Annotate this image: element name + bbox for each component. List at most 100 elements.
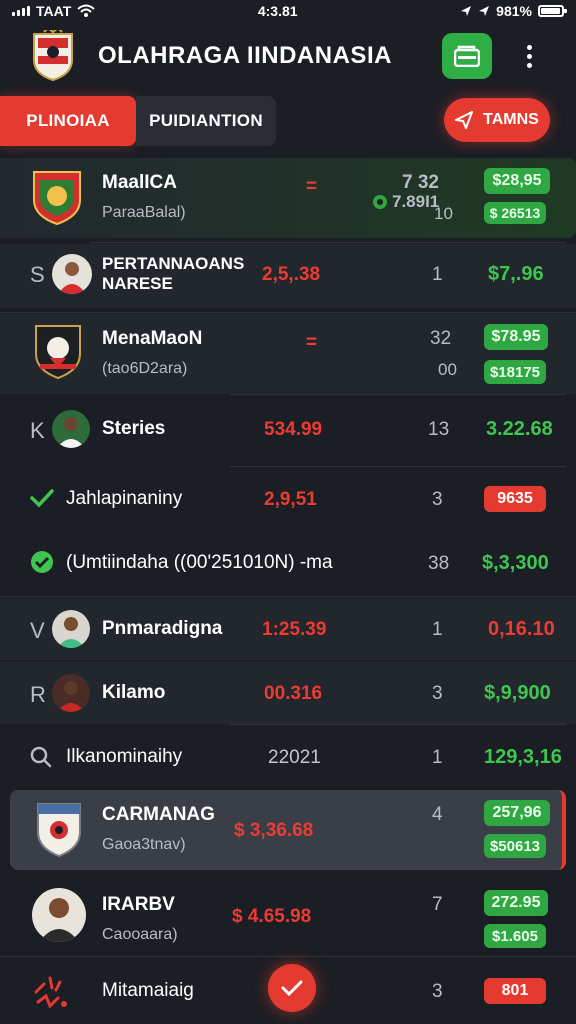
row-name: CARMANAG <box>102 804 215 825</box>
navigation-icon <box>479 6 490 16</box>
row-lead-letter: K <box>30 418 45 443</box>
row-name: Steries <box>102 418 166 439</box>
list-item[interactable]: V Pnmaradigna 1:25.39 1 0,16.10 <box>0 598 576 660</box>
row-count-secondary: 7.89I1 <box>392 192 440 211</box>
app-title: OLAHRAGA IINDANASIA <box>98 42 392 69</box>
row-count: 4 <box>432 804 443 825</box>
list-item[interactable]: K Steries 534.99 13 3.22.68 <box>0 398 576 462</box>
list-item[interactable]: Ilkanominaihy 22021 1 129,3,16 <box>0 726 576 788</box>
price-pill-secondary[interactable]: $1.605 <box>484 924 546 948</box>
row-name: Mitamaiaig <box>102 980 194 1001</box>
list-item[interactable]: (Umtiindaha ((00'251010N) -ma 38 $,3,300 <box>0 532 576 594</box>
row-odds: 2,5,.38 <box>262 264 321 285</box>
player-avatar <box>52 410 90 448</box>
battery-icon <box>537 5 567 17</box>
tab-plinoiaa[interactable]: PLINOIAA <box>0 96 136 146</box>
send-button[interactable]: TAMNS <box>444 98 550 142</box>
price-pill-secondary[interactable]: $50613 <box>484 834 546 858</box>
row-odds: = <box>306 176 318 197</box>
row-count: 3 <box>432 981 443 1002</box>
row-count: 3 <box>432 489 443 510</box>
row-price[interactable]: $,9,900 <box>484 682 551 705</box>
list-item-selected[interactable]: CARMANAG Gaoa3tnav) $ 3,36.68 4 257,96 $… <box>10 790 566 870</box>
price-pill[interactable]: 801 <box>484 978 546 1004</box>
row-count: 1 <box>432 264 443 285</box>
status-bar: TAAT 4:3.81 981% <box>0 0 576 22</box>
team-crest-logo <box>32 322 84 385</box>
row-count: 32 <box>430 328 452 349</box>
row-subtitle: Gaoa3tnav) <box>102 836 186 853</box>
row-name: Pnmaradigna <box>102 618 223 639</box>
row-price[interactable]: $,3,300 <box>482 552 549 575</box>
send-button-label: TAMNS <box>483 111 539 128</box>
check-circle-icon <box>31 551 53 573</box>
player-avatar <box>52 254 92 294</box>
wallet-button[interactable] <box>442 33 492 79</box>
more-vertical-icon[interactable] <box>512 33 546 79</box>
price-pill[interactable]: 272.95 <box>484 890 548 916</box>
tab-puidiantion[interactable]: PUIDIANTION <box>136 96 276 146</box>
row-odds: 2,9,51 <box>264 489 317 510</box>
list-item[interactable]: IRARBV Caooaara) $ 4.65.98 7 272.95 $1.6… <box>0 876 576 954</box>
clock: 4:3.81 <box>257 3 298 19</box>
row-count: 7 <box>432 894 443 915</box>
price-pill[interactable]: 257,96 <box>484 800 550 826</box>
player-avatar <box>32 888 86 942</box>
list-item[interactable]: R Kilamo 00.316 3 $,9,900 <box>0 662 576 724</box>
price-pill-secondary[interactable]: $ 26513 <box>484 202 546 224</box>
player-avatar <box>52 610 90 648</box>
row-name: Ilkanominaihy <box>66 746 183 767</box>
row-lead-letter: R <box>30 682 46 707</box>
signal-icon <box>12 6 30 16</box>
row-name: Kilamo <box>102 682 166 703</box>
price-pill[interactable]: $78.95 <box>484 324 548 350</box>
row-price[interactable]: $7,.96 <box>488 263 544 286</box>
price-pill[interactable]: $28,95 <box>484 168 550 194</box>
check-icon <box>281 980 303 997</box>
row-name: (Umtiindaha ((00'251010N) -ma <box>66 552 333 573</box>
row-count-secondary: 00 <box>438 360 457 379</box>
list-item[interactable]: S PERTANNAOANS NARESE 2,5,.38 1 $7,.96 <box>0 244 576 308</box>
row-subtitle: Caooaara) <box>102 926 178 943</box>
row-odds: $ 3,36.68 <box>234 820 314 841</box>
live-dot-icon <box>373 195 387 209</box>
send-icon <box>455 111 474 129</box>
wifi-icon <box>77 4 95 17</box>
row-odds: 00.316 <box>264 683 323 704</box>
price-pill[interactable]: 9635 <box>484 486 546 512</box>
team-crest-logo <box>30 168 84 231</box>
row-price[interactable]: 129,3,16 <box>484 746 562 769</box>
row-name: PERTANNAOANS NARESE <box>102 254 245 293</box>
team-crest-logo <box>34 800 84 863</box>
confirm-fab-button[interactable] <box>268 964 316 1012</box>
player-avatar <box>52 674 90 712</box>
row-odds: = <box>306 332 318 353</box>
battery-percent: 981% <box>496 3 532 19</box>
row-count-tertiary: 10 <box>434 204 453 223</box>
location-icon <box>461 6 472 16</box>
row-count: 7 32 <box>402 172 439 193</box>
row-count: 1 <box>432 747 443 768</box>
row-count: 1 <box>432 619 443 640</box>
sparkle-logo-icon <box>34 976 67 1009</box>
row-lead-letter: V <box>30 618 45 643</box>
list-item[interactable]: MenaMaoN (tao6D2ara) = 32 00 $78.95 $181… <box>0 314 576 394</box>
row-price[interactable]: 3.22.68 <box>486 418 553 441</box>
list-item[interactable]: MaalICA ParaaBalal) = 7 32 7.89I1 10 $28… <box>0 158 576 238</box>
search-icon[interactable] <box>30 746 52 768</box>
row-count: 3 <box>432 683 443 704</box>
price-pill-secondary[interactable]: $18175 <box>484 360 546 384</box>
row-odds: 1:25.39 <box>262 619 327 640</box>
row-price[interactable]: 0,16.10 <box>488 618 555 641</box>
row-name: Jahlapinaniny <box>66 488 183 509</box>
tab-bar: PLINOIAA PUIDIANTION TAMNS <box>0 96 576 146</box>
list-item[interactable]: Jahlapinaniny 2,9,51 3 9635 <box>0 468 576 530</box>
club-crest-logo <box>30 26 76 82</box>
row-name: MaalICA <box>102 172 177 193</box>
row-count: 13 <box>428 419 450 440</box>
carrier-label: TAAT <box>36 3 72 19</box>
row-subtitle: (tao6D2ara) <box>102 360 188 377</box>
app-header: OLAHRAGA IINDANASIA <box>0 26 576 86</box>
row-name: IRARBV <box>102 894 175 915</box>
row-count: 38 <box>428 553 450 574</box>
